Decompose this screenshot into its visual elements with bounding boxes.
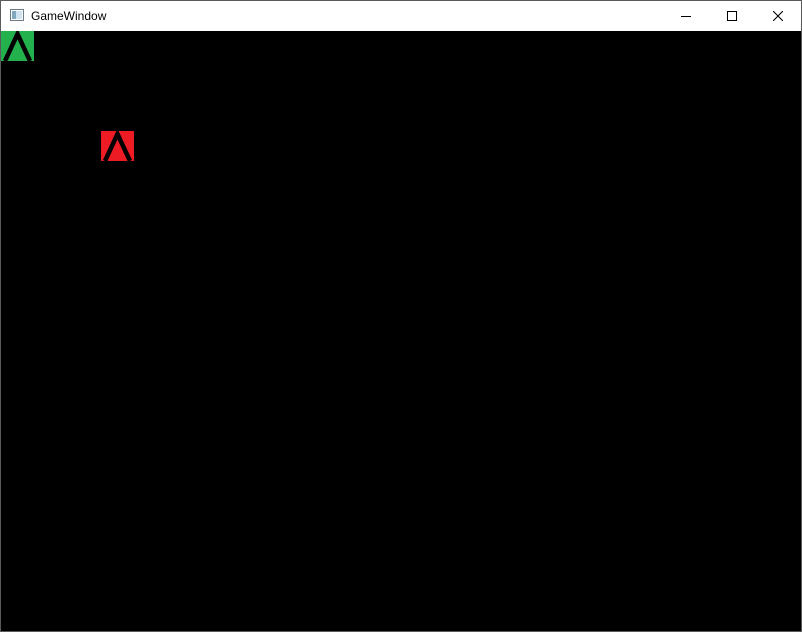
window-title: GameWindow bbox=[31, 9, 107, 23]
minimize-button[interactable] bbox=[663, 1, 709, 31]
close-button[interactable] bbox=[755, 1, 801, 31]
game-canvas[interactable] bbox=[1, 31, 801, 631]
close-icon bbox=[773, 11, 783, 21]
enemy-tank bbox=[101, 131, 134, 161]
title-bar[interactable]: GameWindow bbox=[1, 1, 801, 31]
game-window: GameWindow bbox=[0, 0, 802, 632]
maximize-button[interactable] bbox=[709, 1, 755, 31]
minimize-icon bbox=[681, 16, 691, 17]
player-tank bbox=[1, 31, 34, 61]
maximize-icon bbox=[727, 11, 737, 21]
app-window-icon bbox=[10, 9, 24, 21]
